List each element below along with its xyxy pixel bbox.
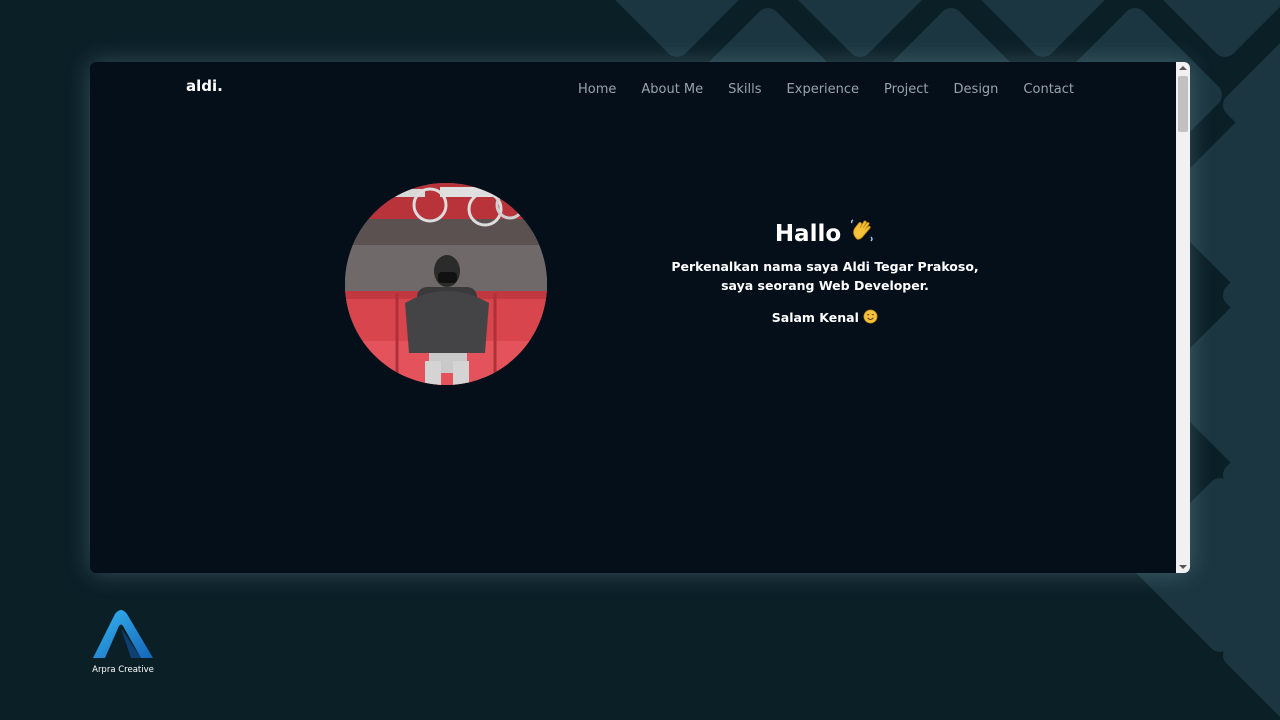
navbar: aldi. Home About Me Skills Experience Pr… <box>90 62 1176 122</box>
nav-link-project[interactable]: Project <box>884 82 928 97</box>
nav-link-about-me[interactable]: About Me <box>641 82 703 97</box>
smiling-face-icon <box>863 309 878 329</box>
nav-menu: Home About Me Skills Experience Project … <box>578 82 1074 97</box>
hero-intro-line-2: saya seorang Web Developer. <box>721 278 929 293</box>
hero-intro: Perkenalkan nama saya Aldi Tegar Prakoso… <box>630 257 1020 295</box>
hero-intro-line-1: Perkenalkan nama saya Aldi Tegar Prakoso… <box>671 259 979 274</box>
nav-link-contact[interactable]: Contact <box>1023 82 1074 97</box>
vertical-scrollbar[interactable] <box>1176 62 1190 573</box>
hero-greeting: Salam Kenal <box>630 308 1020 329</box>
hero-greeting-text: Salam Kenal <box>771 310 859 325</box>
nav-link-skills[interactable]: Skills <box>728 82 761 97</box>
hero-title-text: Hallo <box>774 221 842 247</box>
scroll-down-arrow-icon[interactable] <box>1176 561 1190 573</box>
arpra-logo-icon <box>93 610 153 658</box>
nav-link-experience[interactable]: Experience <box>787 82 860 97</box>
scrollbar-thumb[interactable] <box>1178 76 1188 132</box>
nav-link-design[interactable]: Design <box>954 82 999 97</box>
browser-window: aldi. Home About Me Skills Experience Pr… <box>90 62 1190 573</box>
hero-section: Hallo Perkenalkan nama saya Aldi Tegar P… <box>630 217 1020 329</box>
profile-photo-illustration <box>345 183 547 385</box>
hero-title: Hallo <box>630 217 1020 249</box>
nav-link-home[interactable]: Home <box>578 82 616 97</box>
scroll-up-arrow-icon[interactable] <box>1176 62 1190 74</box>
brand-name: Arpra Creative <box>92 665 154 675</box>
waving-hand-icon <box>849 217 875 249</box>
brand-watermark: Arpra Creative <box>88 608 158 675</box>
site-logo[interactable]: aldi. <box>186 77 223 95</box>
profile-photo <box>345 183 547 385</box>
